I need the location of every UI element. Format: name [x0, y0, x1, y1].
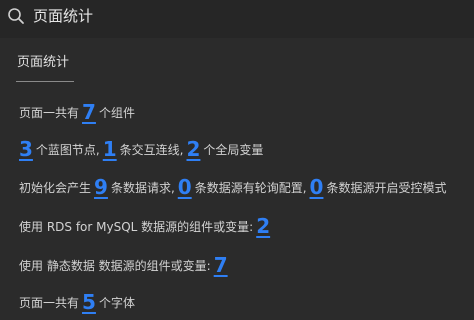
data-request-count-link[interactable]: 9 [94, 176, 108, 198]
rds-mysql-count-link[interactable]: 2 [256, 215, 270, 237]
page-statistics-panel: 页面统计 页面统计 页面一共有 7 个组件 3 个蓝图节点, 1 条交互连线, 2 个全局变量… [0, 0, 474, 320]
font-count-link[interactable]: 5 [82, 291, 96, 313]
stat-label: 页面一共有 [19, 296, 80, 310]
blueprint-node-count-link[interactable]: 3 [19, 138, 33, 160]
stat-label: 条数据源开启受控模式 [326, 181, 447, 195]
stat-label: 个全局变量 [203, 143, 264, 157]
stat-label: 个蓝图节点, [35, 143, 100, 157]
tab-active-indicator [16, 81, 74, 82]
stat-row-static-data: 使用 静态数据 数据源的组件或变量: 7 [19, 254, 231, 277]
stat-label: 条数据源有轮询配置, [194, 181, 307, 195]
stat-row-fonts: 页面一共有 5 个字体 [19, 291, 135, 314]
interaction-link-count-link[interactable]: 1 [103, 138, 117, 160]
static-data-count-link[interactable]: 7 [214, 254, 228, 276]
stat-label: 初始化会产生 [19, 181, 92, 195]
component-count-link[interactable]: 7 [82, 101, 96, 123]
stat-label: 页面一共有 [19, 106, 80, 120]
stat-row-data-requests: 初始化会产生 9 条数据请求, 0 条数据源有轮询配置, 0 条数据源开启受控模式 [19, 176, 446, 199]
search-bar[interactable]: 页面统计 [0, 0, 474, 38]
stat-label: 条交互连线, [119, 143, 184, 157]
polling-source-count-link[interactable]: 0 [178, 176, 192, 198]
stat-label: 使用 静态数据 数据源的组件或变量: [19, 259, 211, 273]
stat-label: 个字体 [98, 296, 135, 310]
stat-label: 使用 RDS for MySQL 数据源的组件或变量: [19, 220, 254, 234]
stat-label: 个组件 [98, 106, 135, 120]
controlled-source-count-link[interactable]: 0 [310, 176, 324, 198]
stat-label: 条数据请求, [110, 181, 175, 195]
search-icon [8, 8, 24, 24]
global-variable-count-link[interactable]: 2 [187, 138, 201, 160]
stat-row-components: 页面一共有 7 个组件 [19, 101, 135, 124]
stat-row-rds-mysql: 使用 RDS for MySQL 数据源的组件或变量: 2 [19, 215, 273, 238]
search-input[interactable]: 页面统计 [33, 6, 93, 26]
tab-page-statistics[interactable]: 页面统计 [17, 54, 69, 72]
stat-row-blueprint: 3 个蓝图节点, 1 条交互连线, 2 个全局变量 [19, 138, 263, 161]
